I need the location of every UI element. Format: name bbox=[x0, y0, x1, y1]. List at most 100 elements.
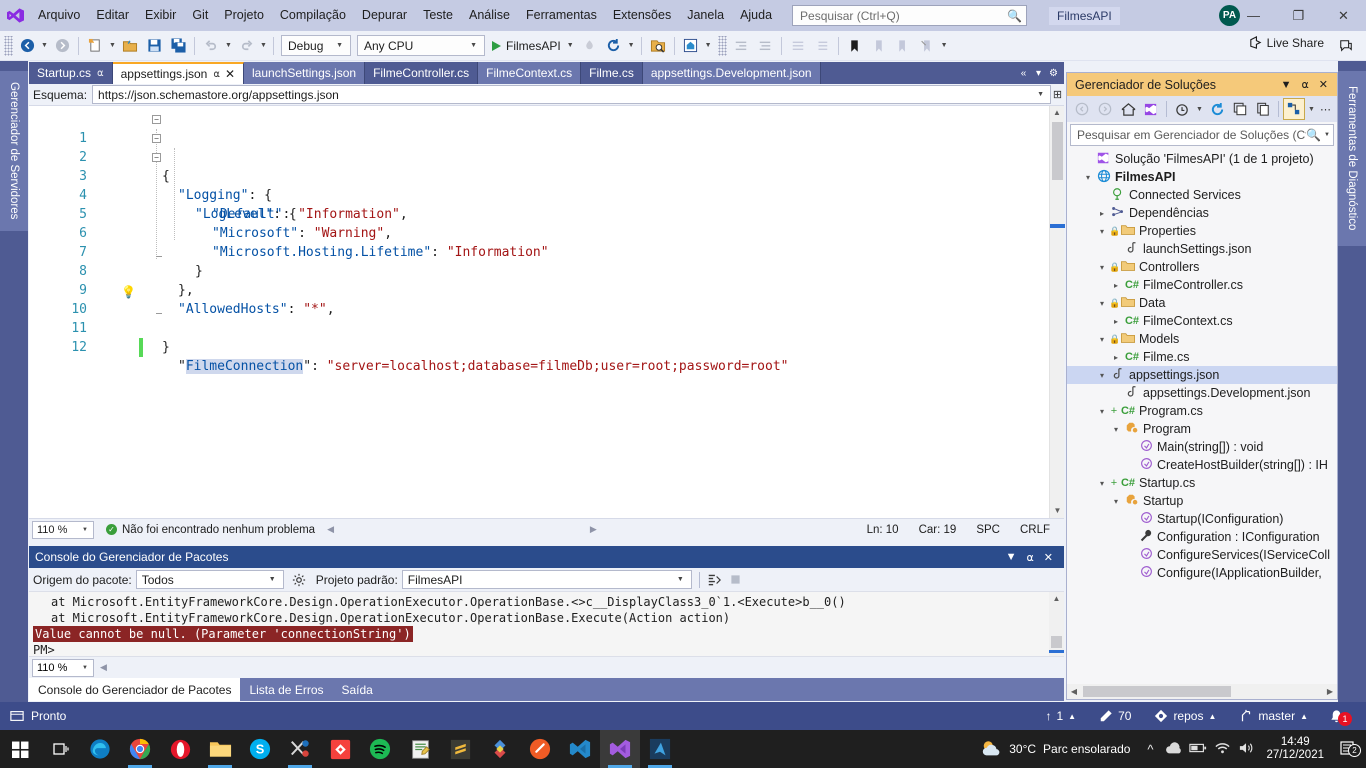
tree-item-filmecontroller-cs[interactable]: ▸ C# FilmeController.cs bbox=[1067, 276, 1337, 294]
tree-twisty-expanded[interactable]: ▾ bbox=[1109, 497, 1123, 506]
tree-twisty-expanded[interactable]: ▾ bbox=[1095, 479, 1109, 488]
tab-output[interactable]: Saída bbox=[332, 678, 382, 701]
doc-tab-appsettings-development-json[interactable]: appsettings.Development.json bbox=[642, 62, 821, 84]
scrollbar-thumb[interactable] bbox=[1083, 686, 1231, 697]
tree-twisty-expanded[interactable]: ▾ bbox=[1109, 425, 1123, 434]
taskbar-mysql-workbench-icon[interactable] bbox=[480, 730, 520, 768]
live-visual-tree-icon[interactable] bbox=[679, 34, 703, 58]
repository-indicator[interactable]: repos ▲ bbox=[1144, 702, 1226, 730]
toolbar-grip-2[interactable] bbox=[717, 35, 727, 56]
tree-item-program-cs[interactable]: ▾ + C# Program.cs bbox=[1067, 402, 1337, 420]
task-view-button[interactable] bbox=[40, 730, 80, 768]
taskbar-sublime-icon[interactable] bbox=[440, 730, 480, 768]
taskbar-file-explorer-icon[interactable] bbox=[200, 730, 240, 768]
taskbar-beekeeper-icon[interactable] bbox=[320, 730, 360, 768]
se-dropdown-icon[interactable]: ▼ bbox=[1276, 79, 1297, 91]
doc-tab-filme-cs[interactable]: Filme.cs bbox=[581, 62, 643, 84]
doc-tab-launchsettings-json[interactable]: launchSettings.json bbox=[244, 62, 366, 84]
tree-item-filmecontext-cs[interactable]: ▸ C# FilmeContext.cs bbox=[1067, 312, 1337, 330]
menu-compilacao[interactable]: Compilação bbox=[272, 0, 354, 31]
taskbar-opera-icon[interactable] bbox=[160, 730, 200, 768]
battery-icon[interactable] bbox=[1186, 742, 1210, 757]
wifi-icon[interactable] bbox=[1210, 741, 1234, 758]
taskbar-spotify-icon[interactable] bbox=[360, 730, 400, 768]
tree-twisty-collapsed[interactable]: ▸ bbox=[1109, 317, 1123, 326]
tree-item-appsettings-development-json[interactable]: appsettings.Development.json bbox=[1067, 384, 1337, 402]
se-pending-changes-icon[interactable] bbox=[1171, 98, 1193, 120]
pending-changes-indicator[interactable]: ↑ 1 ▲ bbox=[1035, 702, 1086, 730]
scrollbar-thumb[interactable] bbox=[1052, 122, 1063, 180]
split-view-icon[interactable]: ⊞ bbox=[1051, 88, 1064, 101]
tree-item-dependencias[interactable]: ▸ Dependências bbox=[1067, 204, 1337, 222]
solution-tree[interactable]: Solução 'FilmesAPI' (1 de 1 projeto) ▾ F… bbox=[1067, 150, 1337, 678]
se-show-all-files-icon[interactable] bbox=[1252, 98, 1274, 120]
menu-projeto[interactable]: Projeto bbox=[216, 0, 272, 31]
new-project-dropdown-icon[interactable]: ▼ bbox=[107, 34, 118, 58]
taskbar-snipping-tool-icon[interactable] bbox=[280, 730, 320, 768]
tree-item-models[interactable]: ▾ 🔒 Models bbox=[1067, 330, 1337, 348]
tree-item-method-configure[interactable]: Configure(IApplicationBuilder, bbox=[1067, 564, 1337, 582]
scroll-right-icon[interactable]: ▶ bbox=[1323, 684, 1337, 699]
restart-icon[interactable] bbox=[602, 34, 626, 58]
clear-console-icon[interactable] bbox=[703, 569, 725, 591]
menu-extensoes[interactable]: Extensões bbox=[605, 0, 679, 31]
action-center-button[interactable]: 2 bbox=[1332, 740, 1362, 759]
tree-item-method-main[interactable]: Main(string[]) : void bbox=[1067, 438, 1337, 456]
editor-vertical-scrollbar[interactable]: ▲ ▼ bbox=[1049, 106, 1065, 518]
solution-explorer-horizontal-scrollbar[interactable]: ◀ ▶ bbox=[1067, 684, 1337, 699]
restore-button[interactable]: ❐ bbox=[1276, 0, 1321, 31]
tree-twisty-expanded[interactable]: ▾ bbox=[1095, 299, 1109, 308]
toolbar-grip[interactable] bbox=[4, 35, 13, 56]
navigate-back-dropdown-icon[interactable]: ▼ bbox=[39, 34, 50, 58]
save-all-icon[interactable] bbox=[166, 34, 190, 58]
restart-dropdown-icon[interactable]: ▼ bbox=[626, 34, 637, 58]
schema-combo[interactable]: https://json.schemastore.org/appsettings… bbox=[92, 85, 1051, 104]
tree-item-project-filmesapi[interactable]: ▾ FilmesAPI bbox=[1067, 168, 1337, 186]
se-pin-icon[interactable]: ⍺ bbox=[1297, 78, 1314, 91]
taskbar-clock[interactable]: 14:49 27/12/2021 bbox=[1258, 736, 1332, 762]
start-button[interactable] bbox=[0, 730, 40, 768]
tree-twisty-expanded[interactable]: ▾ bbox=[1095, 227, 1109, 236]
se-close-icon[interactable]: ✕ bbox=[1314, 78, 1333, 91]
menu-git[interactable]: Git bbox=[184, 0, 216, 31]
se-collapse-all-icon[interactable] bbox=[1229, 98, 1251, 120]
taskbar-notepad-icon[interactable] bbox=[400, 730, 440, 768]
navigate-forward-icon[interactable] bbox=[50, 34, 74, 58]
menu-arquivo[interactable]: Arquivo bbox=[30, 0, 88, 31]
diagnostic-tools-tab[interactable]: Ferramentas de Diagnóstico bbox=[1338, 71, 1366, 246]
tree-item-method-configureservices[interactable]: ConfigureServices(IServiceColl bbox=[1067, 546, 1337, 564]
solution-explorer-search[interactable]: Pesquisar em Gerenciador de Soluções (Ct… bbox=[1070, 124, 1334, 146]
scroll-up-icon[interactable]: ▲ bbox=[1050, 106, 1064, 120]
tree-item-filme-cs[interactable]: ▸ C# Filme.cs bbox=[1067, 348, 1337, 366]
se-preview-selected-icon[interactable] bbox=[1283, 98, 1305, 120]
tab-package-manager-console[interactable]: Console do Gerenciador de Pacotes bbox=[29, 678, 241, 701]
menu-teste[interactable]: Teste bbox=[415, 0, 461, 31]
tree-item-data[interactable]: ▾ 🔒 Data bbox=[1067, 294, 1337, 312]
taskbar-azure-data-studio-icon[interactable] bbox=[640, 730, 680, 768]
pin-icon[interactable]: ⍺ bbox=[213, 69, 220, 80]
menu-ajuda[interactable]: Ajuda bbox=[732, 0, 780, 31]
doc-tab-startup-cs[interactable]: Startup.cs ⍺ bbox=[29, 62, 113, 84]
close-icon[interactable]: ✕ bbox=[225, 67, 235, 81]
volume-icon[interactable] bbox=[1234, 741, 1258, 758]
se-home-icon[interactable] bbox=[1117, 98, 1139, 120]
search-in-files-icon[interactable] bbox=[646, 34, 670, 58]
tree-twisty-collapsed[interactable]: ▸ bbox=[1109, 281, 1123, 290]
fold-toggle-icon[interactable]: − bbox=[152, 134, 161, 143]
unsaved-edits-indicator[interactable]: 70 bbox=[1089, 702, 1141, 730]
minimize-button[interactable]: — bbox=[1231, 0, 1276, 31]
taskbar-vscode-icon[interactable] bbox=[560, 730, 600, 768]
pin-icon[interactable]: ⍺ bbox=[97, 68, 104, 79]
default-project-combo[interactable]: FilmesAPI ▼ bbox=[401, 570, 692, 589]
tree-twisty-expanded[interactable]: ▾ bbox=[1095, 371, 1109, 380]
menu-janela[interactable]: Janela bbox=[679, 0, 732, 31]
tree-item-connected-services[interactable]: Connected Services bbox=[1067, 186, 1337, 204]
scroll-left-icon[interactable]: ◀ bbox=[327, 524, 334, 535]
fold-toggle-icon[interactable]: − bbox=[152, 153, 161, 162]
package-settings-gear-icon[interactable] bbox=[288, 569, 310, 591]
tree-item-method-startup-ctor[interactable]: Startup(IConfiguration) bbox=[1067, 510, 1337, 528]
tree-item-class-program[interactable]: ▾ Program bbox=[1067, 420, 1337, 438]
toolbar-overflow-icon[interactable]: ▼ bbox=[939, 34, 950, 58]
tree-item-controllers[interactable]: ▾ 🔒 Controllers bbox=[1067, 258, 1337, 276]
pmc-zoom-combo[interactable]: 110 % ▼ bbox=[32, 658, 94, 677]
